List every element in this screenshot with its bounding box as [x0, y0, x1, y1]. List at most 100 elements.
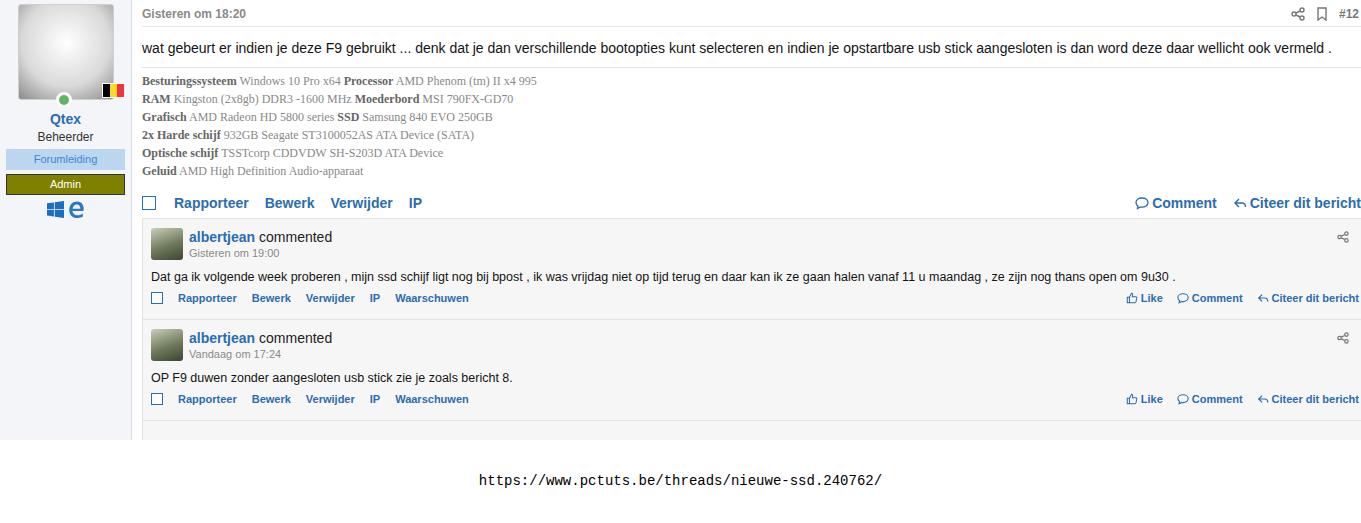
action-link[interactable]: Rapporteer	[178, 290, 237, 307]
signature-line: Besturingssysteem Windows 10 Pro x64 Pro…	[142, 72, 1361, 90]
action-links: Rapporteer Bewerk Verwijder IP Waarschuwen	[151, 391, 469, 408]
post-number[interactable]: #12	[1339, 5, 1361, 23]
user-icons	[47, 201, 85, 218]
select-checkbox[interactable]	[151, 292, 163, 304]
action-link[interactable]: IP	[409, 193, 422, 214]
like-button[interactable]: Like	[1126, 391, 1163, 408]
signature-label: 2x Harde schijf	[142, 128, 221, 142]
quote-button[interactable]: Citeer dit bericht	[1257, 290, 1359, 307]
action-bar: Rapporteer Bewerk Verwijder IP Waarschuwen Li…	[151, 390, 1359, 408]
share-icon[interactable]	[1337, 332, 1349, 344]
comment-button[interactable]: Comment	[1177, 391, 1243, 408]
signature-label: Besturingssysteem	[142, 74, 237, 88]
action-links-right: Comment Citeer dit bericht	[1135, 193, 1361, 214]
comment-share	[1337, 226, 1359, 250]
comment: albertjean commentedVandaag om 17:24 OP F…	[143, 320, 1361, 421]
comment-text: OP F9 duwen zonder aangesloten usb stick…	[151, 369, 1359, 387]
signature-value: 932GB Seagate ST3100052AS ATA Device (SA…	[224, 128, 474, 142]
comment-author-line: albertjean commented	[189, 329, 332, 347]
action-label: Citeer dit bericht	[1272, 290, 1359, 307]
post-content: Gisteren om 18:20 #12 wat gebeurt er indie…	[132, 0, 1361, 440]
comment-verb: commented	[259, 229, 332, 245]
belgium-flag-icon	[102, 83, 126, 98]
signature-label: SSD	[337, 110, 359, 124]
post-text: wat gebeurt er indien je deze F9 gebruik…	[142, 37, 1361, 59]
user-sidebar: QtexBeheerderForumleidingAdmin	[0, 0, 132, 440]
post-header-tools: #12	[1291, 5, 1361, 23]
comments: albertjean commentedGisteren om 19:00Dat…	[142, 218, 1361, 440]
comment-author[interactable]: albertjean	[189, 229, 255, 245]
comment-icon	[1135, 196, 1149, 210]
comment-icon	[1177, 292, 1189, 304]
action-link[interactable]: Waarschuwen	[395, 290, 469, 307]
post-date[interactable]: Gisteren om 18:20	[142, 5, 246, 23]
comment-button[interactable]: Comment	[1135, 193, 1217, 214]
user-badge: Admin	[6, 174, 125, 195]
select-checkbox[interactable]	[151, 393, 163, 405]
username[interactable]: Qtex	[50, 110, 81, 128]
comment-avatar[interactable]	[151, 329, 183, 361]
comment-share	[1337, 327, 1359, 351]
comment: albertjean commentedGisteren om 19:00Dat…	[143, 219, 1361, 320]
comment-author-line: albertjean commented	[189, 228, 332, 246]
signature-line: RAM Kingston (2x8gb) DDR3 -1600 MHz Moed…	[142, 90, 1361, 108]
comment-button[interactable]: Comment	[1177, 290, 1243, 307]
like-button[interactable]: Like	[1126, 290, 1163, 307]
page-url: https://www.pctuts.be/threads/nieuwe-ssd…	[479, 471, 882, 492]
comment-avatar[interactable]	[151, 228, 183, 260]
action-link[interactable]: Waarschuwen	[395, 391, 469, 408]
forum-post: QtexBeheerderForumleidingAdminGisteren o…	[0, 0, 1361, 440]
action-label: Citeer dit bericht	[1272, 391, 1359, 408]
action-link[interactable]: Verwijder	[306, 290, 355, 307]
action-links-right: Like Comment Citeer dit bericht	[1126, 290, 1359, 307]
comment-verb: commented	[259, 330, 332, 346]
avatar-image	[18, 4, 114, 100]
action-link[interactable]: Verwijder	[331, 193, 393, 214]
quote-icon	[1257, 292, 1269, 304]
action-links: Rapporteer Bewerk Verwijder IP	[142, 193, 422, 214]
avatar[interactable]	[18, 4, 114, 100]
signature-value: Kingston (2x8gb) DDR3 -1600 MHz	[174, 92, 352, 106]
online-status-icon	[56, 92, 72, 108]
action-link[interactable]: IP	[370, 391, 380, 408]
signature-label: Processor	[344, 74, 394, 88]
action-link[interactable]: IP	[370, 290, 380, 307]
action-links-right: Like Comment Citeer dit bericht	[1126, 391, 1359, 408]
comment-author[interactable]: albertjean	[189, 330, 255, 346]
share-icon[interactable]	[1337, 231, 1349, 243]
action-link[interactable]: Bewerk	[265, 193, 315, 214]
action-bar: Rapporteer Bewerk Verwijder IP Comment Citeer…	[142, 190, 1361, 216]
signature-value: TSSTcorp CDDVDW SH-S203D ATA Device	[221, 146, 443, 160]
action-link[interactable]: Bewerk	[252, 290, 291, 307]
page: QtexBeheerderForumleidingAdminGisteren o…	[0, 0, 1361, 523]
quote-button[interactable]: Citeer dit bericht	[1233, 193, 1361, 214]
action-link[interactable]: Verwijder	[306, 391, 355, 408]
comment-time: Gisteren om 19:00	[189, 246, 332, 260]
action-link[interactable]: Rapporteer	[174, 193, 249, 214]
comment-header: albertjean commentedVandaag om 17:24	[151, 329, 1359, 361]
action-label: Like	[1141, 391, 1163, 408]
signature-line: Optische schijf TSSTcorp CDDVDW SH-S203D…	[142, 144, 1361, 162]
action-label: Comment	[1192, 391, 1243, 408]
signature: Besturingssysteem Windows 10 Pro x64 Pro…	[142, 67, 1361, 180]
comment-icon	[1177, 393, 1189, 405]
signature-label: Geluid	[142, 164, 177, 178]
action-label: Comment	[1152, 193, 1217, 214]
action-link[interactable]: Bewerk	[252, 391, 291, 408]
action-label: Comment	[1192, 290, 1243, 307]
quote-button[interactable]: Citeer dit bericht	[1257, 391, 1359, 408]
signature-value: AMD Radeon HD 5800 series	[189, 110, 334, 124]
signature-value: AMD High Definition Audio-apparaat	[179, 164, 363, 178]
comment-header: albertjean commentedGisteren om 19:00	[151, 228, 1359, 260]
action-bar: Rapporteer Bewerk Verwijder IP Waarschuwen Li…	[151, 289, 1359, 307]
bookmark-icon[interactable]	[1315, 7, 1329, 21]
action-link[interactable]: Rapporteer	[178, 391, 237, 408]
signature-line: Geluid AMD High Definition Audio-apparaa…	[142, 162, 1361, 180]
select-checkbox[interactable]	[142, 196, 156, 210]
share-icon[interactable]	[1291, 7, 1305, 21]
user-badge: Forumleiding	[6, 149, 125, 170]
signature-line: Grafisch AMD Radeon HD 5800 series SSD S…	[142, 108, 1361, 126]
signature-value: MSI 790FX-GD70	[422, 92, 513, 106]
signature-line: 2x Harde schijf 932GB Seagate ST3100052A…	[142, 126, 1361, 144]
url-caption: https://www.pctuts.be/threads/nieuwe-ssd…	[0, 440, 1361, 523]
